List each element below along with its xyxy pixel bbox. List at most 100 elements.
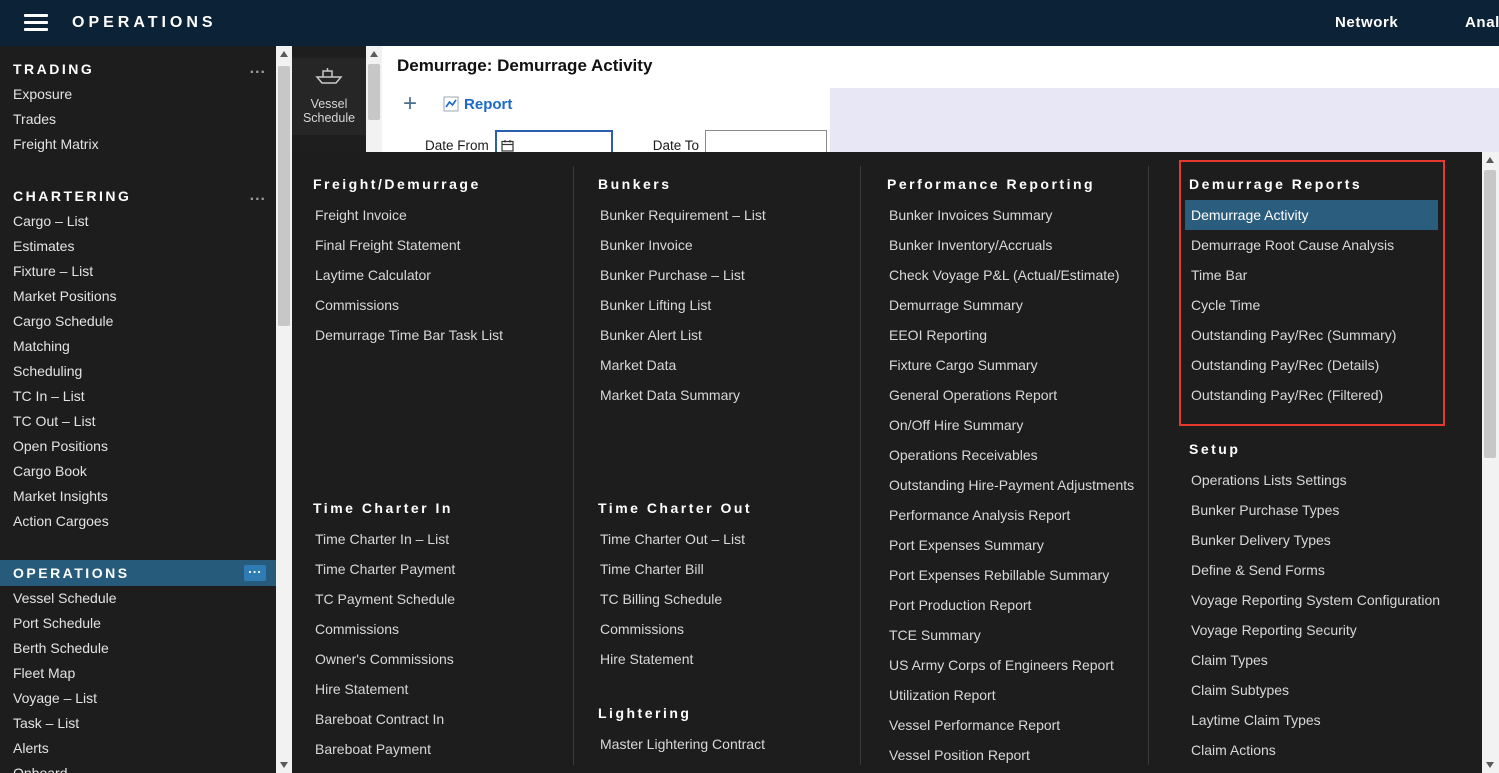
- menu-item[interactable]: Port Production Report: [887, 590, 1172, 620]
- menu-item[interactable]: US Army Corps of Engineers Report: [887, 650, 1172, 680]
- menu-item[interactable]: Operations Lists Settings: [1189, 465, 1441, 495]
- menu-item[interactable]: Vessel Performance Report: [887, 710, 1172, 740]
- menu-item[interactable]: Time Charter Bill: [598, 554, 848, 584]
- menu-item[interactable]: Outstanding Pay/Rec (Details): [1189, 350, 1441, 380]
- sidebar-item[interactable]: Voyage – List: [0, 686, 276, 711]
- menu-item[interactable]: Demurrage Activity: [1185, 200, 1438, 230]
- menu-item[interactable]: Market Data: [598, 350, 848, 380]
- menu-item[interactable]: Bareboat Contract In: [313, 704, 563, 734]
- menu-item[interactable]: Claim Subtypes: [1189, 675, 1441, 705]
- menu-item[interactable]: Bunker Requirement – List: [598, 200, 848, 230]
- menu-item[interactable]: Time Charter Out – List: [598, 524, 848, 554]
- nav-analytics[interactable]: Analytics: [1465, 0, 1499, 46]
- menu-item[interactable]: Hire Statement: [598, 644, 848, 674]
- menu-item[interactable]: Voyage Reporting Security: [1189, 615, 1441, 645]
- menu-item[interactable]: Time Charter Payment: [313, 554, 563, 584]
- menu-item[interactable]: EEOI Reporting: [887, 320, 1172, 350]
- menu-item[interactable]: Bunker Delivery Types: [1189, 525, 1441, 555]
- sidebar-item[interactable]: Open Positions: [0, 434, 276, 459]
- sidebar-item[interactable]: Cargo Schedule: [0, 309, 276, 334]
- menu-item[interactable]: Outstanding Pay/Rec (Filtered): [1189, 380, 1441, 410]
- sidebar-item[interactable]: Berth Schedule: [0, 636, 276, 661]
- sidebar-item[interactable]: Fixture – List: [0, 259, 276, 284]
- section-more-icon[interactable]: ...: [250, 64, 266, 74]
- menu-item[interactable]: TCE Summary: [887, 620, 1172, 650]
- menu-item[interactable]: Bunker Invoices Summary: [887, 200, 1172, 230]
- menu-item[interactable]: Demurrage Time Bar Task List: [313, 320, 563, 350]
- sidebar-item[interactable]: Matching: [0, 334, 276, 359]
- menu-item[interactable]: Bunker Purchase – List: [598, 260, 848, 290]
- menu-item[interactable]: Bunker Invoice: [598, 230, 848, 260]
- menu-item[interactable]: Check Voyage P&L (Actual/Estimate): [887, 260, 1172, 290]
- menu-item[interactable]: TC Payment Schedule: [313, 584, 563, 614]
- sidebar-item[interactable]: Market Positions: [0, 284, 276, 309]
- menu-item[interactable]: Fixture Cargo Summary: [887, 350, 1172, 380]
- sidebar-item[interactable]: Task – List: [0, 711, 276, 736]
- sidebar-item[interactable]: Market Insights: [0, 484, 276, 509]
- menu-item[interactable]: Operations Receivables: [887, 440, 1172, 470]
- menu-item[interactable]: Bunker Lifting List: [598, 290, 848, 320]
- sidebar-header-operations[interactable]: OPERATIONS ...: [0, 560, 276, 586]
- sidebar-item[interactable]: Cargo Book: [0, 459, 276, 484]
- menu-item[interactable]: Time Bar: [1189, 260, 1441, 290]
- menu-item[interactable]: Utilization Report: [887, 680, 1172, 710]
- menu-scrollbar[interactable]: [1482, 152, 1499, 773]
- menu-item[interactable]: Claim Actions: [1189, 735, 1441, 765]
- sidebar-item[interactable]: Cargo – List: [0, 209, 276, 234]
- menu-item[interactable]: Laytime Claim Types: [1189, 705, 1441, 735]
- sidebar-item[interactable]: Trades: [0, 107, 276, 132]
- menu-item[interactable]: Claim Types: [1189, 645, 1441, 675]
- sidebar-item[interactable]: Action Cargoes: [0, 509, 276, 534]
- menu-item[interactable]: TC Billing Schedule: [598, 584, 848, 614]
- menu-item[interactable]: Time Charter In – List: [313, 524, 563, 554]
- sidebar-item[interactable]: Scheduling: [0, 359, 276, 384]
- menu-item[interactable]: Master Lightering Contract: [598, 729, 848, 759]
- report-button[interactable]: Report: [443, 96, 512, 113]
- menu-item[interactable]: Demurrage Summary: [887, 290, 1172, 320]
- menu-item[interactable]: Hire Statement: [313, 674, 563, 704]
- menu-item[interactable]: General Operations Report: [887, 380, 1172, 410]
- scroll-up-icon[interactable]: [366, 46, 382, 62]
- scroll-down-icon[interactable]: [1482, 757, 1498, 773]
- menu-item[interactable]: Demurrage Root Cause Analysis: [1189, 230, 1441, 260]
- menu-item[interactable]: Port Expenses Summary: [887, 530, 1172, 560]
- menu-item[interactable]: On/Off Hire Summary: [887, 410, 1172, 440]
- sidebar-item[interactable]: Alerts: [0, 736, 276, 761]
- scrollbar-thumb[interactable]: [278, 66, 290, 326]
- scrollbar-thumb[interactable]: [368, 64, 380, 120]
- section-more-icon[interactable]: ...: [250, 191, 266, 201]
- sidebar-item[interactable]: Freight Matrix: [0, 132, 276, 157]
- menu-item[interactable]: Laytime Calculator: [313, 260, 563, 290]
- menu-item[interactable]: Commissions: [598, 614, 848, 644]
- scroll-down-icon[interactable]: [276, 757, 292, 773]
- menu-item[interactable]: Market Data Summary: [598, 380, 848, 410]
- menu-item[interactable]: Performance Analysis Report: [887, 500, 1172, 530]
- menu-item[interactable]: Commissions: [313, 614, 563, 644]
- menu-item[interactable]: Final Freight Statement: [313, 230, 563, 260]
- add-button[interactable]: +: [403, 92, 417, 116]
- nav-network[interactable]: Network: [1335, 0, 1398, 46]
- hamburger-icon[interactable]: [24, 14, 48, 32]
- sidebar-item[interactable]: Port Schedule: [0, 611, 276, 636]
- section-more-icon[interactable]: ...: [244, 565, 266, 581]
- menu-item[interactable]: Port Expenses Rebillable Summary: [887, 560, 1172, 590]
- sidebar-item[interactable]: Fleet Map: [0, 661, 276, 686]
- tab-strip-scrollbar[interactable]: [366, 46, 382, 152]
- menu-item[interactable]: Bunker Inventory/Accruals: [887, 230, 1172, 260]
- sidebar-item[interactable]: TC In – List: [0, 384, 276, 409]
- scroll-up-icon[interactable]: [276, 46, 292, 62]
- menu-item[interactable]: Vessel Position Report: [887, 740, 1172, 770]
- menu-item[interactable]: Owner's Commissions: [313, 644, 563, 674]
- menu-item[interactable]: Outstanding Hire-Payment Adjustments: [887, 470, 1172, 500]
- sidebar-item[interactable]: Vessel Schedule: [0, 586, 276, 611]
- sidebar-item[interactable]: Estimates: [0, 234, 276, 259]
- menu-item[interactable]: Freight Invoice: [313, 200, 563, 230]
- scroll-up-icon[interactable]: [1482, 152, 1498, 168]
- sidebar-scrollbar[interactable]: [276, 46, 292, 773]
- menu-item[interactable]: Outstanding Pay/Rec (Summary): [1189, 320, 1441, 350]
- tab-vessel-schedule[interactable]: Vessel Schedule: [292, 58, 366, 135]
- sidebar-item[interactable]: Onboard: [0, 761, 276, 773]
- menu-item[interactable]: Voyage Reporting System Configuration: [1189, 585, 1441, 615]
- menu-item[interactable]: Define & Send Forms: [1189, 555, 1441, 585]
- sidebar-item[interactable]: TC Out – List: [0, 409, 276, 434]
